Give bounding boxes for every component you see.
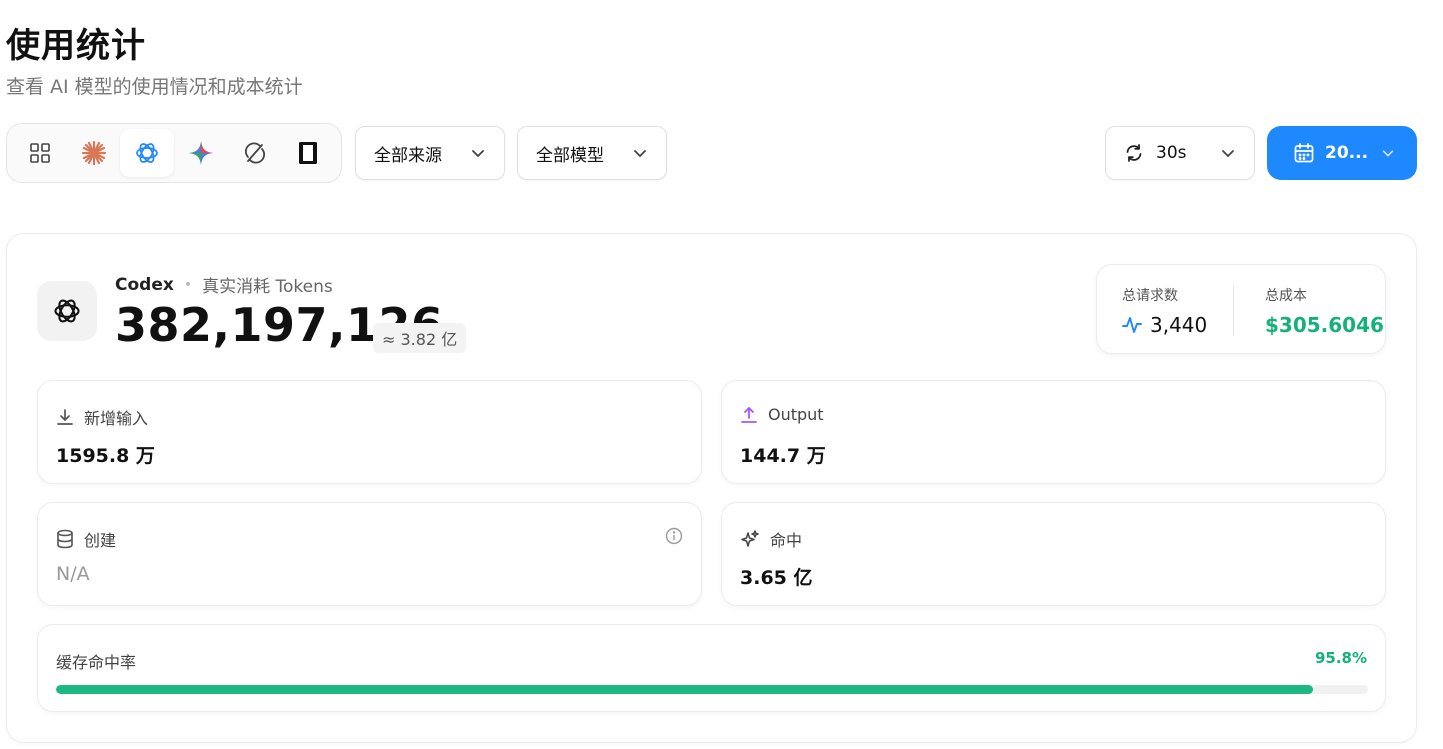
calendar-icon [1293, 142, 1315, 164]
cache-hit-rate-label: 缓存命中率 [56, 653, 137, 672]
source-select[interactable]: 全部来源 [355, 126, 505, 180]
chevron-down-icon [470, 145, 486, 161]
usage-summary-card: Codex • 真实消耗 Tokens 382,197,126 ≈ 3.82 亿… [6, 233, 1417, 743]
cache-hit-progress-fill [56, 685, 1313, 694]
openai-icon [37, 281, 97, 341]
metric-output-value: 144.7 万 [740, 445, 826, 467]
provider-label: Codex • 真实消耗 Tokens [115, 272, 333, 298]
info-icon[interactable] [665, 527, 683, 545]
cycle-icon [243, 141, 267, 165]
provider-filter-bar [6, 123, 342, 183]
metric-hit-label: 命中 [770, 531, 803, 550]
provider-cycle-button[interactable] [228, 129, 282, 177]
provider-device-button[interactable] [281, 129, 335, 177]
database-icon [56, 529, 74, 549]
provider-name: Codex [115, 274, 174, 295]
separator-dot: • [183, 276, 193, 293]
chevron-down-icon [632, 145, 648, 161]
metric-input-card: 新增输入 1595.8 万 [37, 380, 702, 484]
stats-box: 总请求数 3,440 总成本 $305.6046 [1096, 264, 1386, 354]
source-select-label: 全部来源 [374, 145, 442, 166]
download-icon [56, 408, 74, 426]
chevron-down-icon [1220, 145, 1236, 161]
sparkles-icon [740, 529, 760, 549]
metric-create-card: 创建 N/A [37, 502, 702, 606]
date-range-select[interactable]: 20... [1267, 126, 1417, 180]
tokens-description: 真实消耗 Tokens [202, 277, 333, 297]
claude-icon [81, 140, 107, 166]
total-requests: 总请求数 3,440 [1122, 285, 1207, 337]
cache-hit-rate-value: 95.8% [1314, 649, 1367, 667]
provider-claude-button[interactable] [67, 129, 121, 177]
divider [1233, 285, 1234, 335]
date-range-label: 20... [1325, 143, 1369, 163]
chevron-down-icon [1381, 146, 1395, 160]
refresh-icon [1124, 143, 1144, 163]
total-cost-value: $305.6046 [1265, 313, 1384, 337]
provider-gemini-button[interactable] [174, 129, 228, 177]
activity-icon [1122, 315, 1142, 335]
provider-openai-button[interactable] [120, 129, 175, 177]
metric-create-value: N/A [56, 563, 90, 585]
metric-hit-card: 命中 3.65 亿 [721, 502, 1386, 606]
metric-create-label: 创建 [84, 531, 117, 550]
cache-hit-rate-card: 缓存命中率 95.8% [37, 624, 1386, 712]
grid-icon [29, 142, 51, 164]
metric-hit-value: 3.65 亿 [740, 567, 813, 589]
refresh-interval-select[interactable]: 30s [1105, 126, 1255, 180]
approx-badge: ≈ 3.82 亿 [373, 323, 467, 353]
refresh-interval-label: 30s [1156, 143, 1187, 163]
total-requests-value: 3,440 [1150, 313, 1208, 337]
total-cost-label: 总成本 [1265, 288, 1307, 304]
page-title: 使用统计 [6, 26, 146, 66]
metric-output-label: Output [768, 405, 824, 424]
provider-all-button[interactable] [13, 129, 67, 177]
total-requests-label: 总请求数 [1122, 288, 1178, 304]
total-cost: 总成本 $305.6046 [1265, 285, 1384, 337]
page-subtitle: 查看 AI 模型的使用情况和成本统计 [6, 76, 303, 98]
openai-icon [134, 140, 160, 166]
upload-icon [740, 406, 758, 424]
gemini-icon [188, 140, 214, 166]
device-icon [297, 141, 319, 165]
metric-output-card: Output 144.7 万 [721, 380, 1386, 484]
model-select[interactable]: 全部模型 [517, 126, 667, 180]
metric-input-label: 新增输入 [84, 409, 149, 428]
model-select-label: 全部模型 [536, 145, 604, 166]
cache-hit-progress-track [56, 685, 1368, 694]
metric-input-value: 1595.8 万 [56, 445, 155, 467]
